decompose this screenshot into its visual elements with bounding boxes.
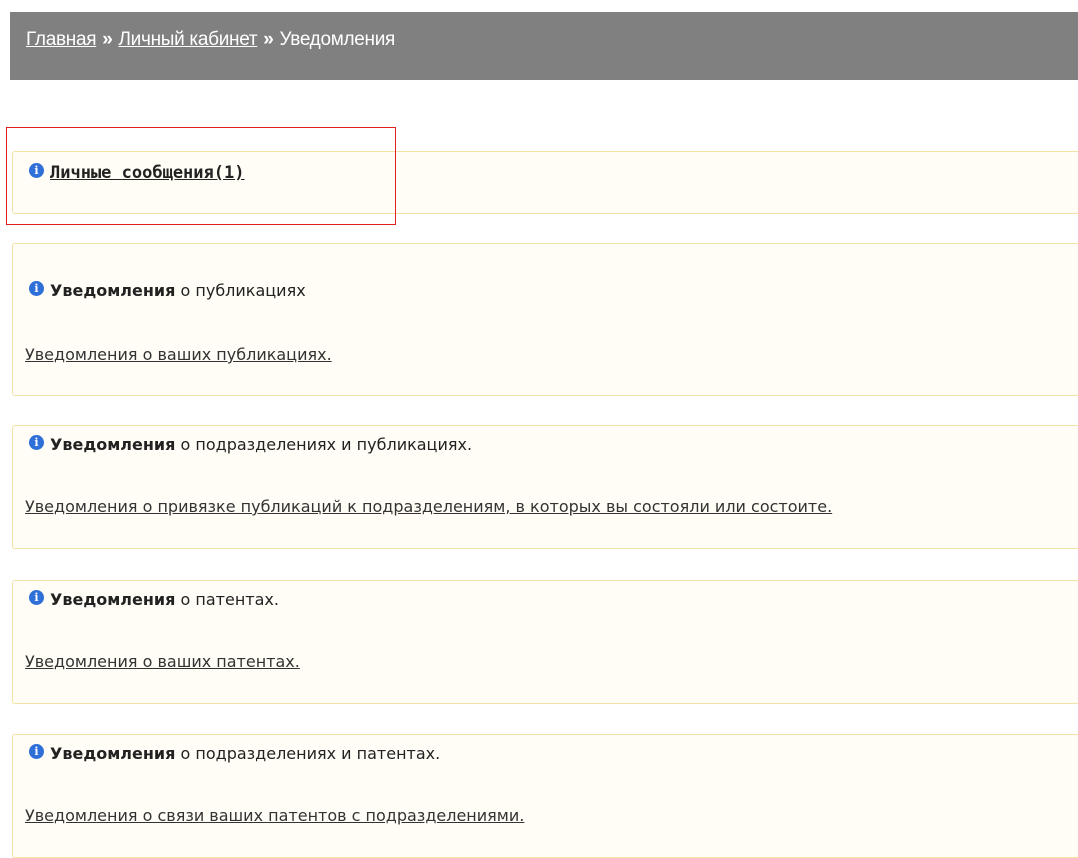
breadcrumb-separator: » (263, 29, 274, 50)
info-icon: i (29, 590, 44, 605)
notification-panel-patents: i Уведомления о патентах. Уведомления о в… (12, 580, 1078, 704)
panel-title: i Уведомления о публикациях (29, 281, 306, 300)
breadcrumb-current: Уведомления (279, 29, 396, 50)
panel-title: i Уведомления о патентах. (29, 590, 279, 609)
info-icon: i (29, 435, 44, 450)
breadcrumb-cabinet-link[interactable]: Личный кабинет (119, 29, 258, 50)
panel-title-rest: о публикациях (175, 281, 306, 300)
panel-title-rest: о подразделениях и патентах. (175, 744, 441, 763)
panel-title: i Уведомления о подразделениях и публикац… (29, 435, 472, 454)
departments-patents-notifications-link[interactable]: Уведомления о связи ваших патентов с под… (25, 806, 524, 825)
panel-title-rest: о патентах. (175, 590, 279, 609)
panel-title-bold: Уведомления (50, 590, 176, 609)
info-icon: i (29, 744, 44, 759)
private-messages-panel: i Личные сообщения(1) (12, 151, 1078, 214)
info-icon: i (29, 281, 44, 296)
panel-title-bold: Уведомления (50, 744, 176, 763)
panel-title-bold: Уведомления (50, 281, 176, 300)
panel-title-bold: Уведомления (50, 435, 176, 454)
private-messages-title: i Личные сообщения(1) (29, 163, 244, 183)
panel-title: i Уведомления о подразделениях и патентах… (29, 744, 440, 763)
info-icon: i (29, 163, 44, 178)
publications-notifications-link[interactable]: Уведомления о ваших публикациях. (25, 345, 332, 364)
panel-title-rest: о подразделениях и публикациях. (175, 435, 473, 454)
patents-notifications-link[interactable]: Уведомления о ваших патентах. (25, 652, 300, 671)
notification-panel-departments-patents: i Уведомления о подразделениях и патентах… (12, 734, 1078, 858)
breadcrumb-home-link[interactable]: Главная (26, 29, 97, 50)
notification-panel-publications: i Уведомления о публикациях Уведомления о… (12, 243, 1078, 396)
private-messages-link[interactable]: Личные сообщения(1) (50, 163, 244, 183)
notification-panel-departments-publications: i Уведомления о подразделениях и публикац… (12, 425, 1078, 549)
breadcrumb: Главная» Личный кабинет» Уведомления (10, 12, 1078, 80)
departments-publications-notifications-link[interactable]: Уведомления о привязке публикаций к подр… (25, 497, 832, 516)
breadcrumb-separator: » (102, 29, 113, 50)
